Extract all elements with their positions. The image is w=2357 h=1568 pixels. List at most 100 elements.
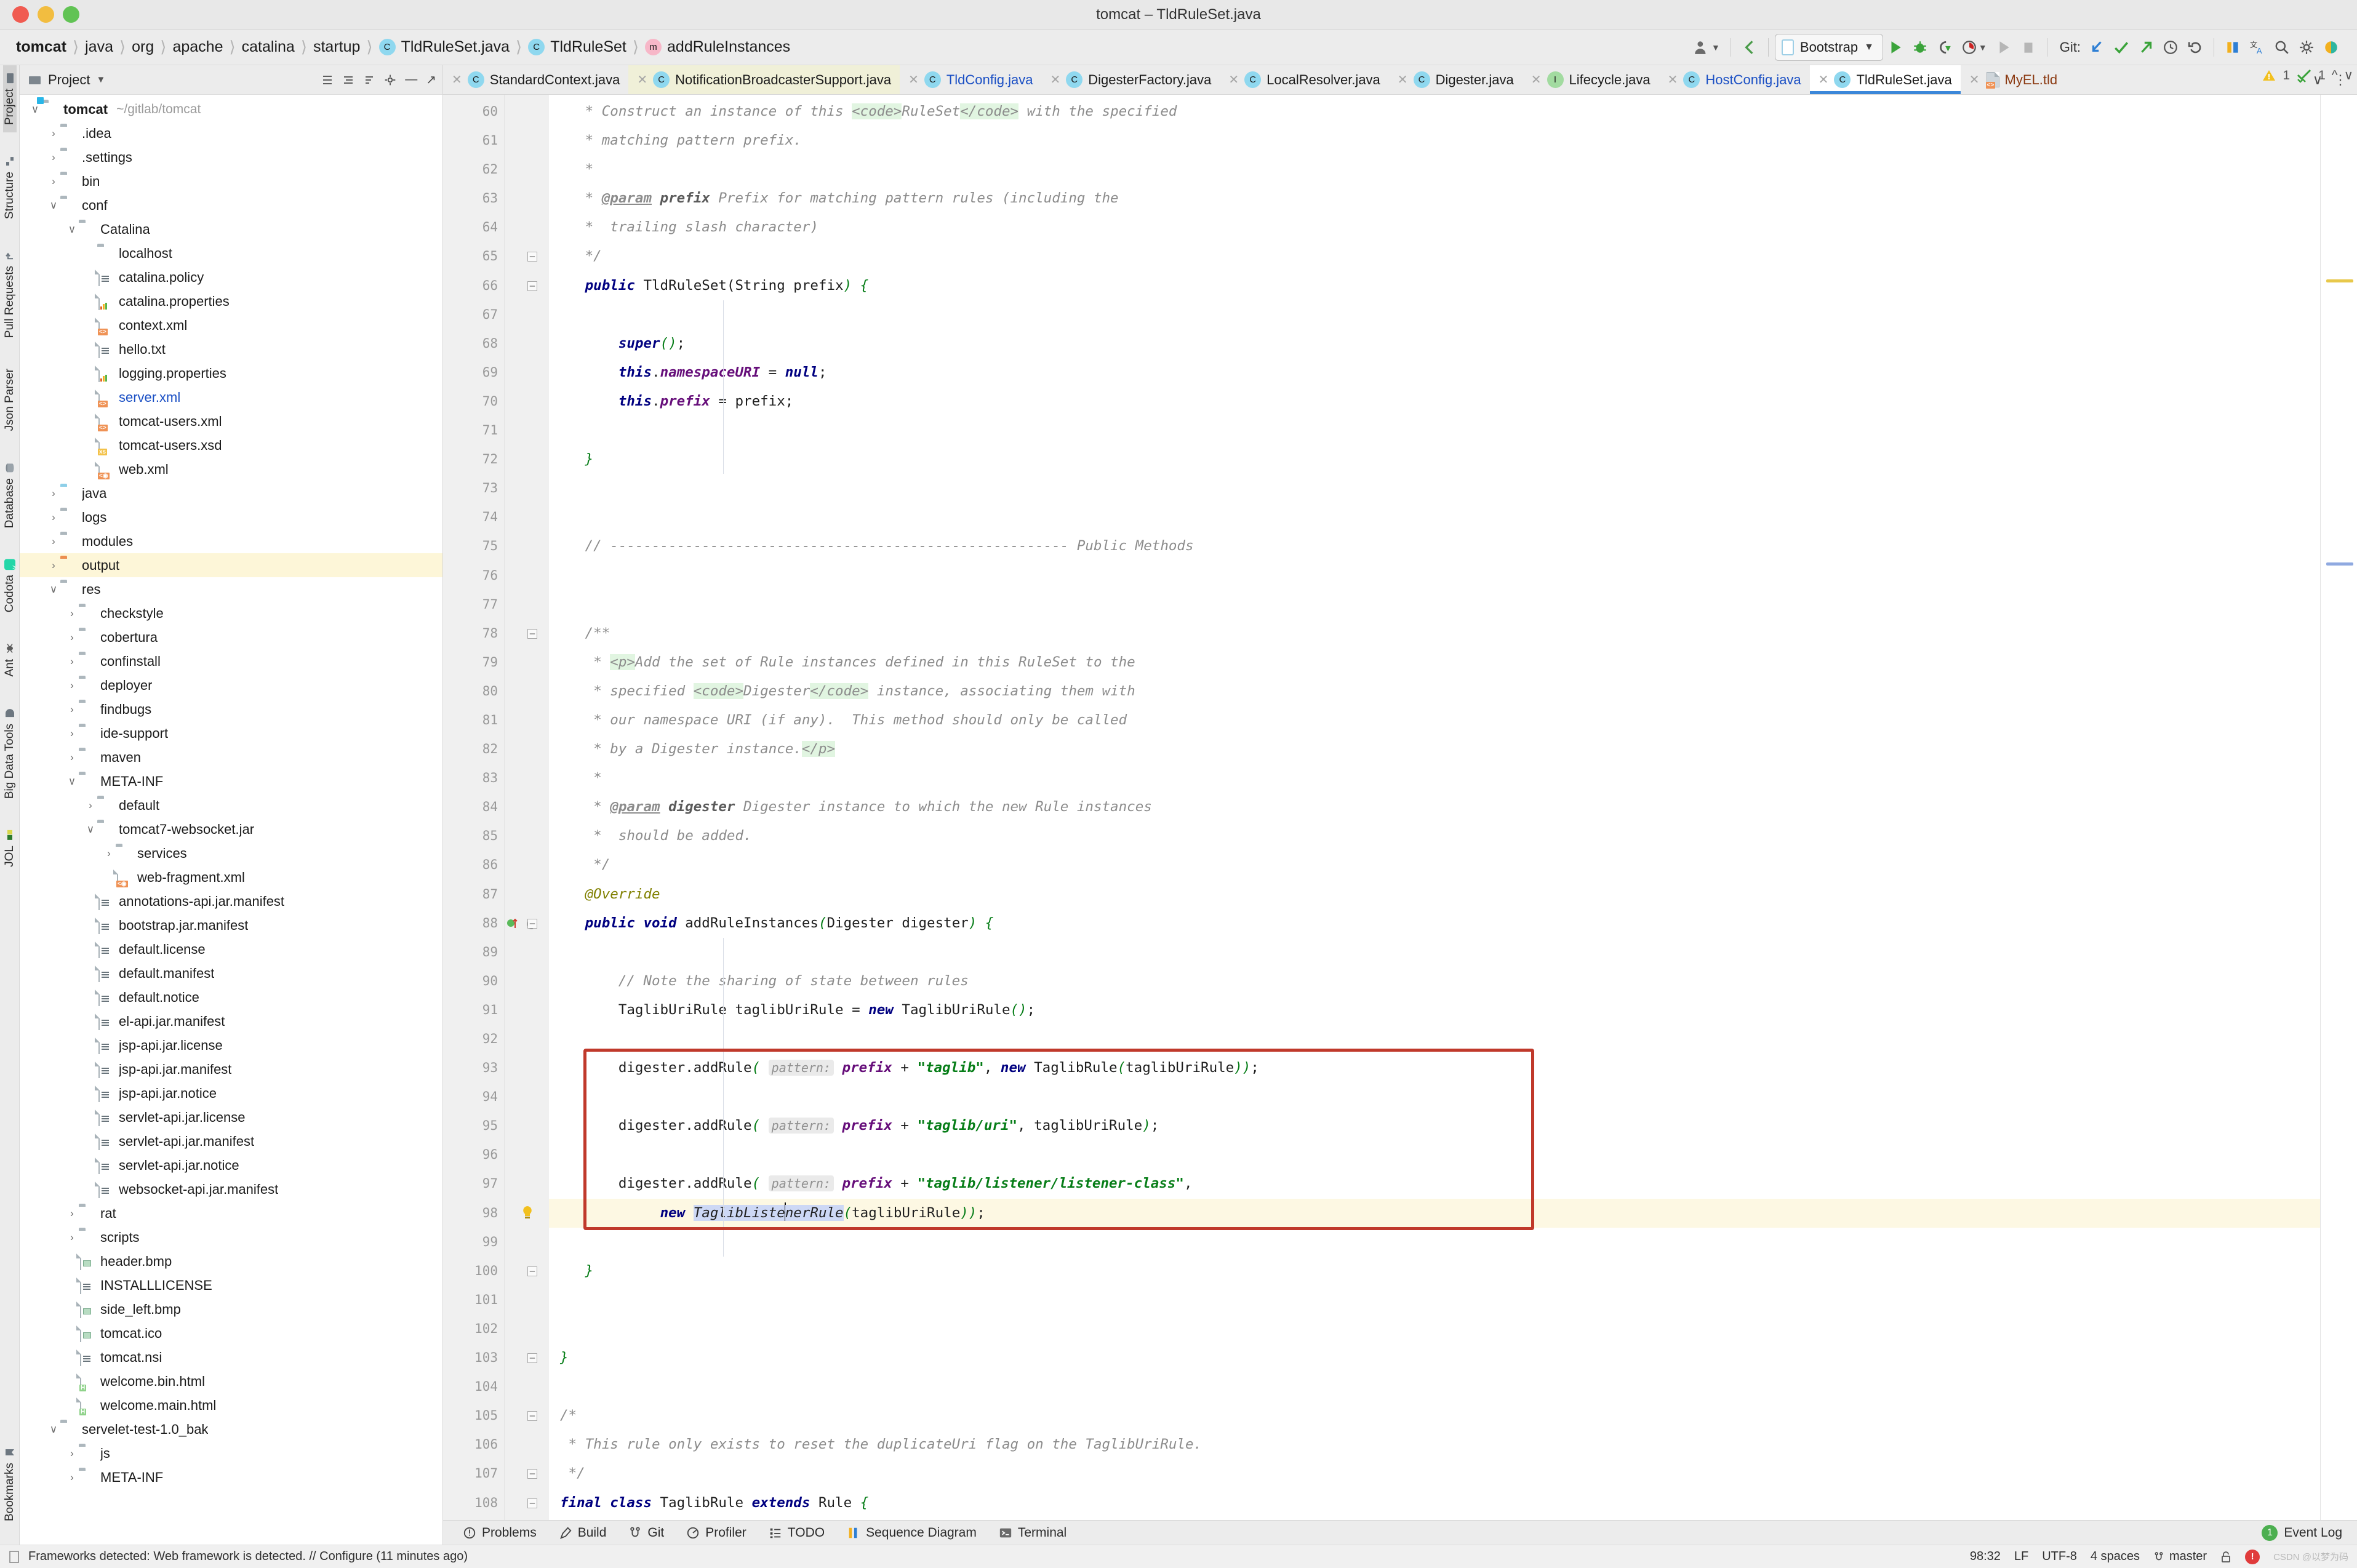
tree-node-welcome-main-html[interactable]: Hwelcome.main.html: [20, 1393, 442, 1417]
code-line[interactable]: super();: [549, 329, 2320, 358]
close-window-button[interactable]: [12, 6, 29, 23]
line-number[interactable]: 68: [443, 329, 504, 358]
tree-node-output[interactable]: ›output: [20, 553, 442, 577]
profile-icon[interactable]: ▼: [1957, 34, 1991, 61]
status-message-area[interactable]: Frameworks detected: Web framework is de…: [9, 1550, 468, 1564]
line-number[interactable]: 93: [443, 1054, 504, 1082]
line-number[interactable]: 91: [443, 996, 504, 1025]
line-number[interactable]: 74: [443, 503, 504, 532]
gutter-marker-row[interactable]: –: [505, 1401, 549, 1430]
close-tab-icon[interactable]: ✕: [1531, 72, 1542, 87]
breadcrumb-item-file[interactable]: C TldRuleSet.java: [377, 38, 512, 56]
line-number[interactable]: 76: [443, 561, 504, 590]
tree-node-header-bmp[interactable]: header.bmp: [20, 1249, 442, 1273]
code-line[interactable]: private final TaglibUriRule taglibUriRul…: [549, 1518, 2320, 1520]
gutter-marker-row[interactable]: –: [505, 271, 549, 300]
code-line[interactable]: * by a Digester instance.</p>: [549, 735, 2320, 764]
event-log-button[interactable]: 1 Event Log: [2262, 1525, 2348, 1541]
gutter-marker-row[interactable]: [505, 793, 549, 822]
toolwindow-problems[interactable]: Problems: [452, 1526, 548, 1540]
code-line[interactable]: [549, 300, 2320, 329]
chevron-right-icon[interactable]: ›: [65, 679, 79, 692]
chevron-down-icon[interactable]: ∨: [84, 823, 97, 836]
gutter-marker-row[interactable]: [505, 996, 549, 1025]
line-number[interactable]: 105: [443, 1401, 504, 1430]
gutter-marker-row[interactable]: –: [505, 1459, 549, 1488]
tree-node-localhost[interactable]: localhost: [20, 241, 442, 265]
gutter-marker-row[interactable]: [505, 561, 549, 590]
code-fold-toggle-icon[interactable]: –: [527, 1266, 537, 1276]
toolwindow-terminal[interactable]: Terminal: [988, 1526, 1078, 1540]
compare-icon[interactable]: [2220, 34, 2245, 61]
tree-node-tomcat-nsi[interactable]: tomcat.nsi: [20, 1345, 442, 1369]
minimize-window-button[interactable]: [38, 6, 54, 23]
line-number[interactable]: 65: [443, 242, 504, 271]
analysis-scrollbar[interactable]: 1 1 ^ ∨: [2320, 95, 2357, 1520]
tree-node-catalina-policy[interactable]: catalina.policy: [20, 265, 442, 289]
tree-node-tomcat7-websocket-jar[interactable]: ∨tomcat7-websocket.jar: [20, 817, 442, 841]
tree-node-el-api-jar-manifest[interactable]: el-api.jar.manifest: [20, 1009, 442, 1033]
tree-node-hello-txt[interactable]: hello.txt: [20, 337, 442, 361]
gutter-marker-row[interactable]: [505, 97, 549, 126]
line-number[interactable]: 89: [443, 938, 504, 967]
chevron-right-icon[interactable]: ›: [47, 127, 60, 140]
code-line[interactable]: */: [549, 242, 2320, 271]
line-number[interactable]: 97: [443, 1169, 504, 1198]
gutter-marker-row[interactable]: [505, 445, 549, 474]
gutter-marker-row[interactable]: –: [505, 619, 549, 648]
gutter-marker-row[interactable]: [505, 126, 549, 155]
line-number[interactable]: 67: [443, 300, 504, 329]
sidebar-item-jol[interactable]: JOL: [3, 822, 17, 874]
gutter-marker-row[interactable]: [505, 822, 549, 850]
code-fold-toggle-icon[interactable]: –: [527, 1353, 537, 1363]
line-number[interactable]: 85: [443, 822, 504, 850]
tree-node-logs[interactable]: ›logs: [20, 505, 442, 529]
code-line[interactable]: TaglibUriRule taglibUriRule = new Taglib…: [549, 996, 2320, 1025]
tree-node-cobertura[interactable]: ›cobertura: [20, 625, 442, 649]
line-number[interactable]: 66: [443, 271, 504, 300]
gutter-marker-row[interactable]: [505, 416, 549, 445]
sort-icon[interactable]: [363, 74, 375, 86]
gutter-marker-row[interactable]: [505, 1430, 549, 1459]
tree-node-bootstrap-jar-manifest[interactable]: bootstrap.jar.manifest: [20, 913, 442, 937]
code-line[interactable]: [549, 938, 2320, 967]
tree-node-js[interactable]: ›js: [20, 1441, 442, 1465]
sidebar-item-structure[interactable]: Structure: [3, 148, 17, 226]
breadcrumb-item-apache[interactable]: apache: [170, 38, 225, 56]
tree-node-welcome-bin-html[interactable]: Hwelcome.bin.html: [20, 1369, 442, 1393]
settings-gear-icon[interactable]: [2294, 34, 2319, 61]
chevron-right-icon[interactable]: ›: [65, 727, 79, 740]
gutter-marker-row[interactable]: [505, 532, 549, 561]
code-line-current[interactable]: new TaglibListenerRule(taglibUriRule));: [549, 1199, 2320, 1228]
code-line[interactable]: *: [549, 155, 2320, 184]
code-line[interactable]: }: [549, 1343, 2320, 1372]
chevron-right-icon[interactable]: ›: [65, 655, 79, 668]
gutter-marker-row[interactable]: [505, 155, 549, 184]
gutter-marker-row[interactable]: [505, 1111, 549, 1140]
gutter-marker-row[interactable]: [505, 503, 549, 532]
toolwindow-git[interactable]: Git: [617, 1526, 675, 1540]
sidebar-item-database[interactable]: Database: [3, 455, 17, 535]
analysis-marker-warning[interactable]: [2326, 279, 2353, 282]
close-tab-icon[interactable]: ✕: [1398, 72, 1408, 87]
chevron-down-icon[interactable]: ∨: [47, 199, 60, 212]
tree-node-rat[interactable]: ›rat: [20, 1201, 442, 1225]
code-line[interactable]: [549, 416, 2320, 445]
line-number[interactable]: 60: [443, 97, 504, 126]
project-tree[interactable]: ∨tomcat~/gitlab/tomcat›.idea›.settings›b…: [20, 95, 442, 1545]
gutter-marker-row[interactable]: [505, 735, 549, 764]
tree-node-server-xml[interactable]: <>server.xml: [20, 385, 442, 409]
tree-node-jsp-api-jar-notice[interactable]: jsp-api.jar.notice: [20, 1081, 442, 1105]
git-push-icon[interactable]: [2134, 34, 2158, 61]
chevron-right-icon[interactable]: ›: [65, 1447, 79, 1460]
tree-node-default[interactable]: ›default: [20, 793, 442, 817]
editor-tab-tldconfig-java[interactable]: ✕CTldConfig.java: [900, 65, 1041, 94]
line-number[interactable]: 63: [443, 184, 504, 213]
code-line[interactable]: * should be added.: [549, 822, 2320, 850]
run-icon[interactable]: [1883, 34, 1908, 61]
code-line[interactable]: [549, 1140, 2320, 1169]
editor-tab-digesterfactory-java[interactable]: ✕CDigesterFactory.java: [1041, 65, 1220, 94]
breadcrumb-item-tomcat[interactable]: tomcat: [14, 38, 69, 56]
search-icon[interactable]: [2270, 34, 2294, 61]
chevron-down-icon[interactable]: ∨: [65, 775, 79, 788]
